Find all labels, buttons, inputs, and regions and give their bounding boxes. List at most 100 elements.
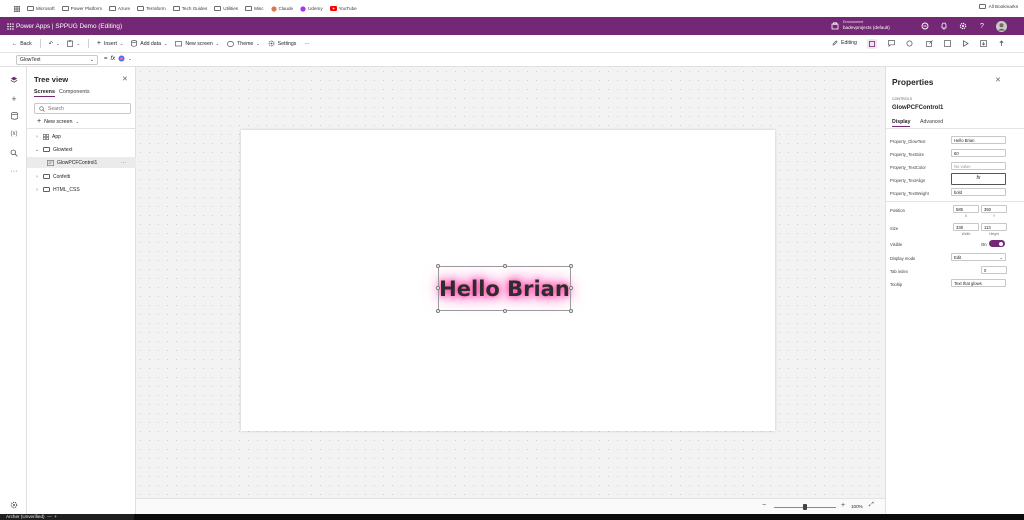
bookmark-item[interactable]: Power Platform — [61, 6, 102, 11]
textcolor-input[interactable]: No value — [951, 162, 1006, 170]
fit-to-window-icon[interactable]: ⤢ — [869, 502, 874, 509]
paste-button[interactable]: ⌄ — [67, 40, 80, 47]
back-button[interactable]: ← Back — [12, 41, 32, 47]
resize-handle[interactable] — [569, 286, 573, 290]
zoom-in-button[interactable]: + — [841, 502, 845, 509]
search-input[interactable]: Search — [48, 106, 64, 112]
bookmark-item[interactable]: YouTube — [329, 6, 357, 11]
property-dropdown[interactable]: GlowText ⌄ — [16, 55, 98, 65]
editing-mode-button[interactable]: Editing — [832, 40, 857, 46]
tree-item-control[interactable]: GlowPCFControl1 ··· — [27, 157, 136, 168]
plus-icon[interactable]: + — [9, 94, 19, 104]
resize-handle[interactable] — [436, 286, 440, 290]
chevron-right-icon[interactable]: › — [34, 174, 40, 180]
fx-button[interactable]: = fx ⌄ — [104, 55, 132, 62]
new-screen-button[interactable]: New screen ⌄ — [175, 41, 219, 47]
canvas-area[interactable]: Hello Brian — [136, 67, 885, 498]
publish-icon[interactable] — [944, 40, 951, 47]
glowtext-input[interactable]: Hello Brian — [951, 136, 1006, 144]
tab-display[interactable]: Display — [892, 119, 911, 127]
stethoscope-icon[interactable] — [906, 40, 913, 47]
tree-item-screen[interactable]: › HTML_CSS — [27, 184, 136, 195]
tab-components[interactable]: Components — [59, 89, 90, 95]
visible-toggle[interactable] — [989, 240, 1005, 247]
upload-icon[interactable] — [998, 40, 1005, 47]
section-label: CONTROLS — [892, 97, 912, 101]
tree-item-screen[interactable]: › Confetti — [27, 171, 136, 182]
insert-button[interactable]: + Insert ⌄ — [97, 40, 123, 47]
bookmark-item[interactable]: Microsoft — [27, 6, 55, 11]
resize-handle[interactable] — [569, 309, 573, 313]
bookmark-item[interactable]: Udemy — [300, 5, 323, 12]
layers-icon[interactable] — [9, 75, 19, 85]
bookmark-item[interactable]: Claude — [270, 5, 293, 12]
share-icon[interactable] — [926, 40, 933, 47]
zoom-out-button[interactable]: − — [762, 502, 766, 509]
chevron-down-icon: ⌄ — [119, 41, 124, 46]
settings-button[interactable]: Settings — [268, 40, 296, 47]
tab-advanced[interactable]: Advanced — [920, 119, 943, 125]
position-x-input[interactable]: 585 — [953, 205, 979, 213]
environment-picker[interactable]: Environment badevprojects (default) — [843, 19, 890, 31]
more-button[interactable]: ··· — [304, 41, 309, 47]
chevron-right-icon[interactable]: › — [34, 187, 40, 193]
chevron-right-icon[interactable]: › — [34, 134, 40, 140]
position-y-label: Y — [992, 214, 996, 218]
gear-icon[interactable] — [958, 21, 968, 31]
add-data-button[interactable]: Add data ⌄ — [131, 40, 167, 47]
resize-handle[interactable] — [436, 309, 440, 313]
search-icon[interactable] — [9, 148, 19, 158]
bell-icon[interactable] — [939, 21, 949, 31]
properties-panel: Properties ✕ CONTROLS GlowPCFControl1 Di… — [885, 67, 1024, 514]
resize-handle[interactable] — [503, 309, 507, 313]
size-width-input[interactable]: 338 — [953, 223, 979, 231]
bookmark-item[interactable]: Azure — [109, 6, 130, 11]
resize-handle[interactable] — [436, 264, 440, 268]
more-icon[interactable]: ··· — [9, 166, 19, 176]
display-mode-dropdown[interactable]: Edit ⌄ — [951, 253, 1006, 261]
textsize-input[interactable]: 60 — [951, 149, 1006, 157]
undo-button[interactable]: ↶ ⌄ — [49, 41, 60, 47]
bookmark-item[interactable]: Utilities — [214, 6, 238, 11]
bookmark-item[interactable]: Misc — [245, 6, 264, 11]
gear-icon[interactable] — [9, 500, 19, 510]
resize-handle[interactable] — [503, 264, 507, 268]
play-icon[interactable] — [962, 40, 969, 47]
close-icon[interactable]: ✕ — [995, 76, 1001, 84]
save-icon[interactable] — [980, 40, 987, 47]
selection-box[interactable] — [438, 266, 571, 311]
chevron-down-icon[interactable]: ⌄ — [34, 147, 40, 153]
tree-item-app[interactable]: › App — [27, 131, 136, 142]
tooltip-input[interactable]: Text that glows — [951, 279, 1006, 287]
zoom-slider-thumb[interactable] — [803, 504, 807, 510]
bookmark-item[interactable]: Terraform — [137, 6, 166, 11]
search-box[interactable]: Search — [34, 103, 131, 114]
database-icon[interactable] — [9, 111, 19, 121]
tree-item-screen[interactable]: ⌄ Glowtext — [27, 144, 136, 155]
app-checker-icon[interactable] — [867, 39, 877, 49]
waffle-icon[interactable] — [5, 21, 15, 31]
position-y-input[interactable]: 350 — [981, 205, 1007, 213]
avatar[interactable] — [996, 20, 1007, 32]
app-screen[interactable]: Hello Brian — [241, 130, 775, 431]
resize-handle[interactable] — [569, 264, 573, 268]
tab-index-input[interactable]: 0 — [981, 266, 1007, 274]
variables-icon[interactable]: (x) — [9, 129, 19, 139]
all-bookmarks-button[interactable]: All Bookmarks — [978, 4, 1018, 9]
textalign-formula-button[interactable]: fx — [951, 173, 1006, 185]
property-label: Property_TextAlign — [890, 178, 926, 183]
new-screen-button[interactable]: + New screen ⌄ — [37, 118, 79, 125]
theme-button[interactable]: Theme ⌄ — [227, 41, 260, 47]
copilot-icon[interactable] — [920, 21, 930, 31]
more-options-button[interactable]: ··· — [121, 160, 126, 166]
bookmark-item[interactable]: Tech Guides — [172, 6, 207, 11]
apps-grid-icon[interactable] — [14, 5, 20, 12]
close-icon[interactable]: ✕ — [122, 75, 128, 83]
comments-icon[interactable] — [888, 40, 895, 47]
size-height-input[interactable]: 113 — [981, 223, 1007, 231]
help-icon[interactable]: ? — [977, 21, 987, 31]
tab-screens[interactable]: Screens — [34, 89, 55, 97]
copilot-formula-icon[interactable] — [118, 55, 125, 62]
taskbar-app-label[interactable]: Archer (Unverified) — + — [0, 514, 134, 520]
textweight-input[interactable]: bold — [951, 188, 1006, 196]
